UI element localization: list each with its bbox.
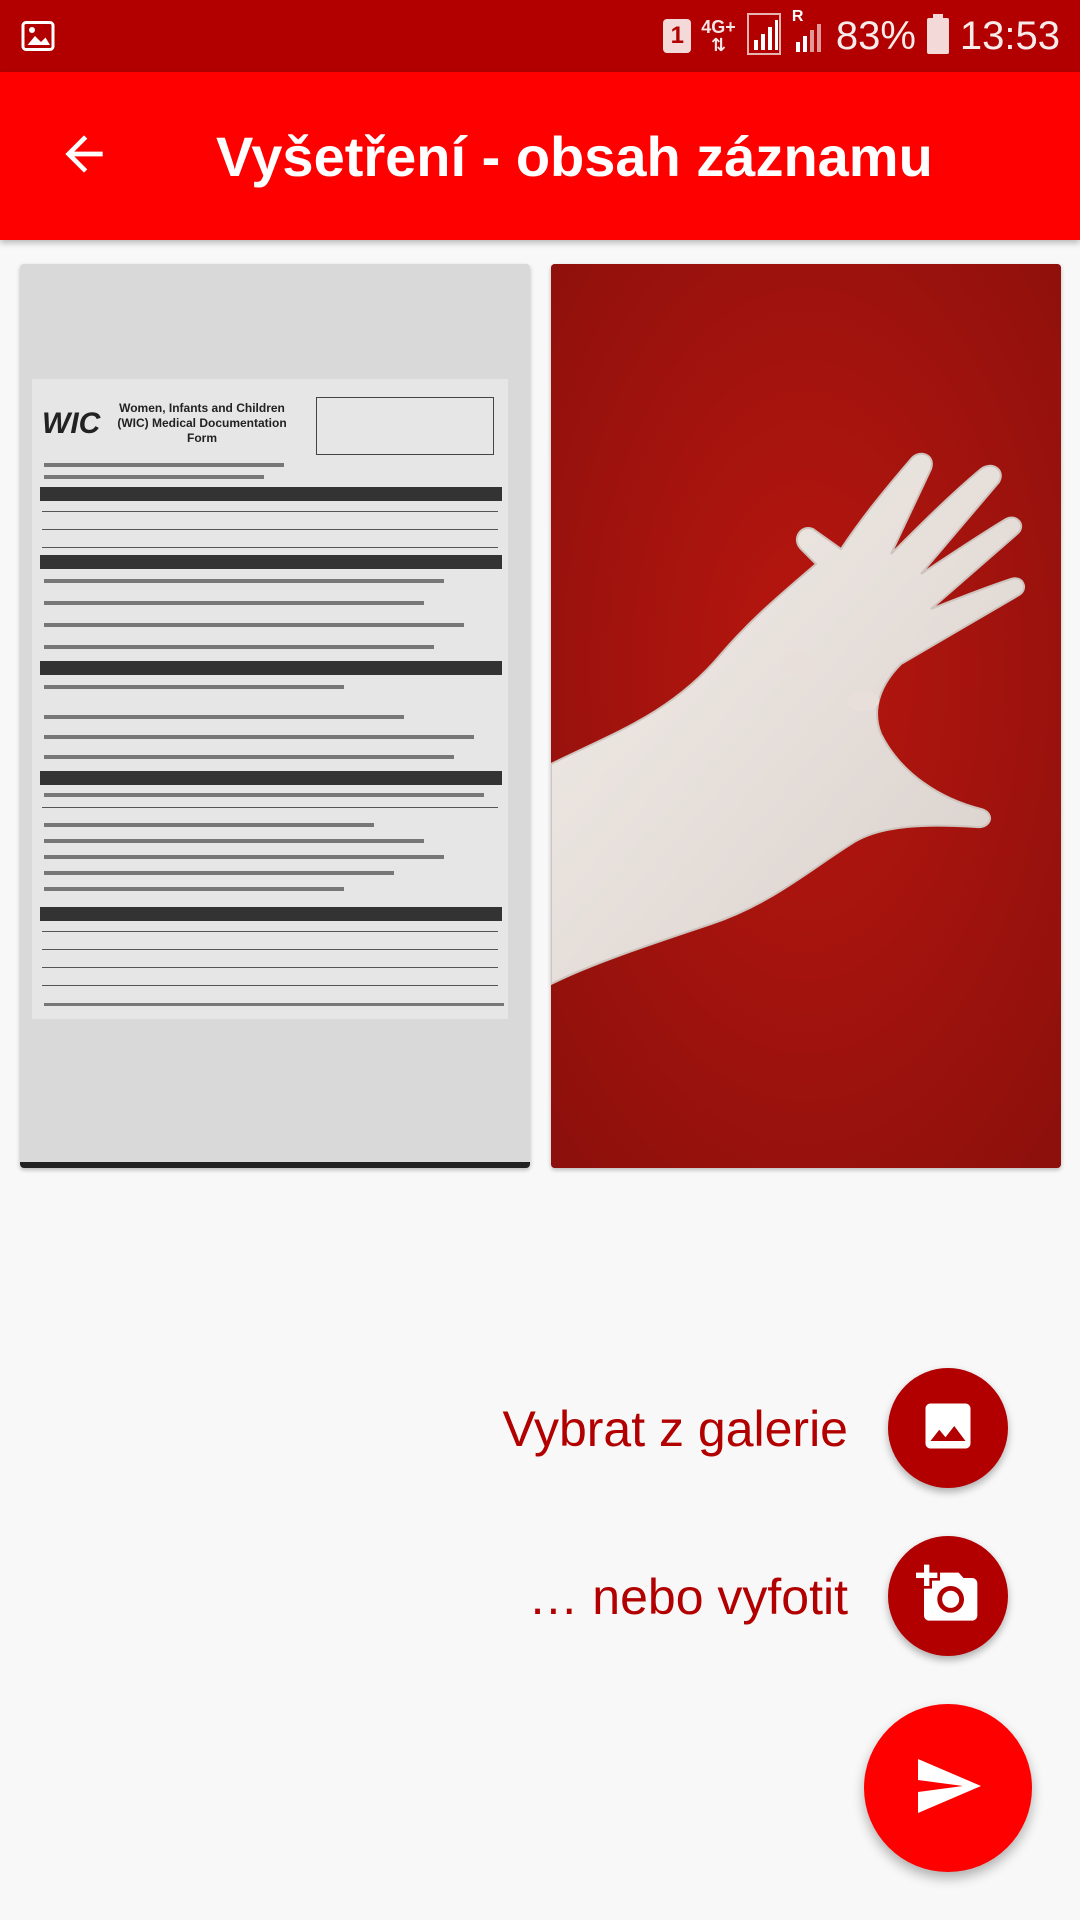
- form-logo: WIC: [42, 407, 101, 440]
- app-bar: Vyšetření - obsah záznamu: [0, 72, 1080, 240]
- send-button[interactable]: [864, 1704, 1032, 1872]
- sim-slot-badge: 1: [663, 19, 692, 53]
- gallery-label[interactable]: Vybrat z galerie: [502, 1400, 848, 1458]
- send-icon: [912, 1750, 984, 1827]
- arrow-left-icon: [56, 126, 112, 187]
- pick-from-gallery-button[interactable]: [888, 1368, 1008, 1488]
- image-icon: [918, 1396, 978, 1461]
- network-type-label: 4G+ ⇅: [701, 17, 736, 55]
- camera-label[interactable]: … nebo vyfotit: [528, 1568, 848, 1626]
- page-title: Vyšetření - obsah záznamu: [216, 125, 933, 188]
- battery-icon: [926, 13, 950, 59]
- status-bar: 1 4G+ ⇅ R 83% 13:53: [0, 0, 1080, 72]
- signal-icon: [746, 12, 782, 61]
- gallery-notification-icon: [20, 18, 56, 59]
- battery-percent: 83%: [835, 13, 916, 58]
- roaming-signal-icon: R: [792, 8, 826, 61]
- take-photo-button[interactable]: [888, 1536, 1008, 1656]
- back-button[interactable]: [44, 116, 124, 196]
- attachment-thumbnail-form[interactable]: WIC Women, Infants and Children (WIC) Me…: [20, 264, 530, 1168]
- attachment-thumbnail-hand[interactable]: [551, 264, 1061, 1168]
- add-a-photo-icon: [916, 1562, 980, 1631]
- clock: 13:53: [959, 13, 1060, 58]
- hand-photo: [551, 264, 1061, 1168]
- form-header-box: [316, 397, 494, 455]
- form-document-image: WIC Women, Infants and Children (WIC) Me…: [32, 379, 508, 1019]
- form-title: Women, Infants and Children (WIC) Medica…: [117, 401, 287, 445]
